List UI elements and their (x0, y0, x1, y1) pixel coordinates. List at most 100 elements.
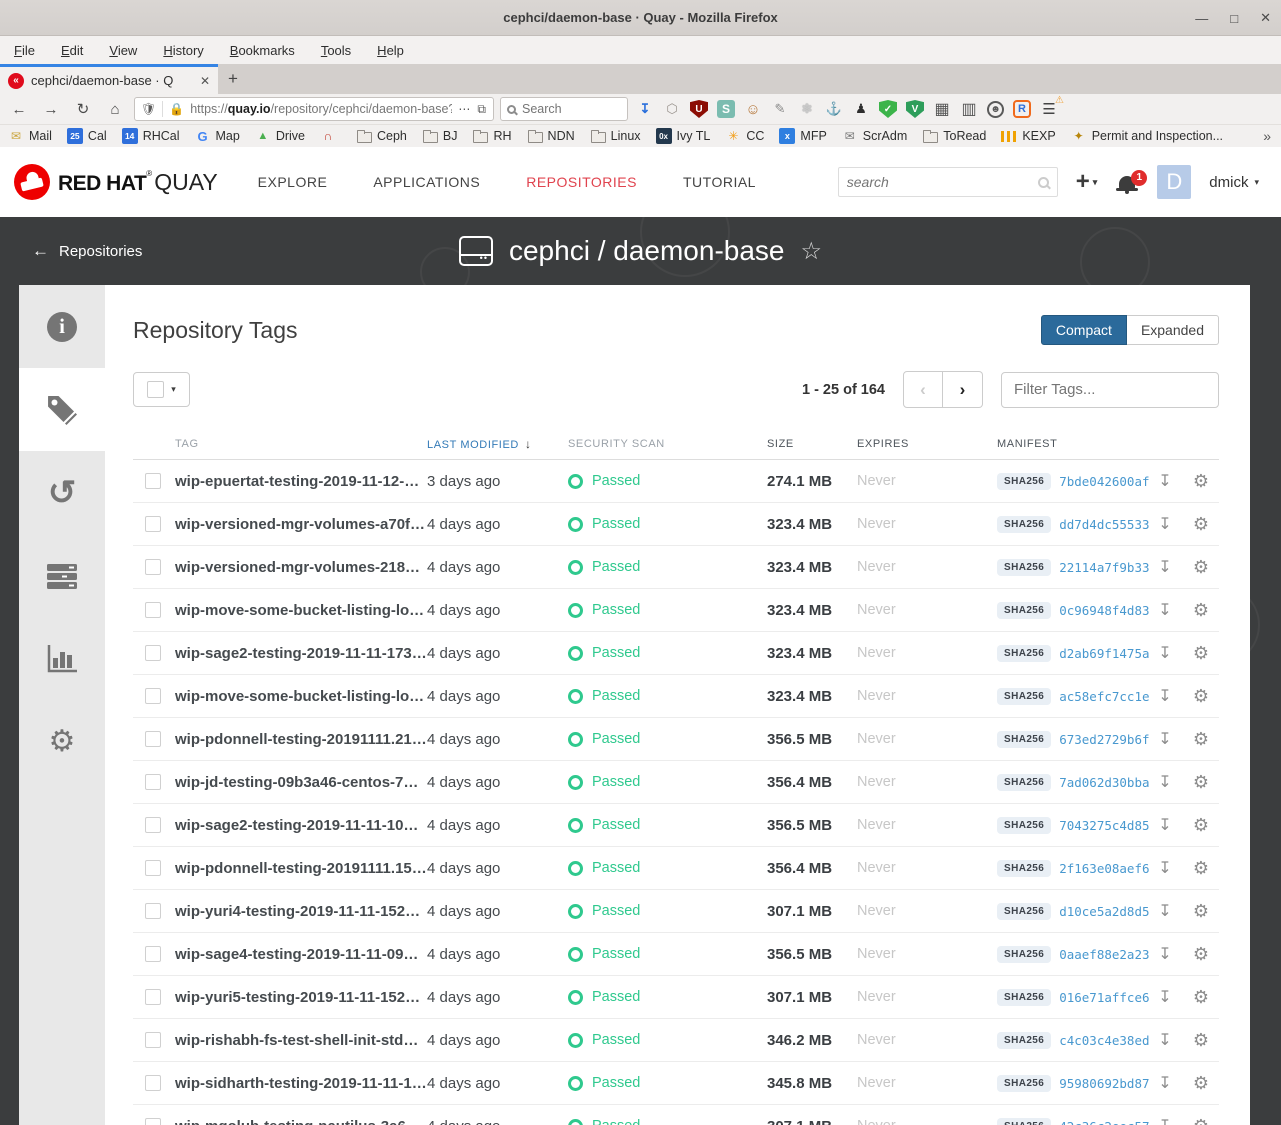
browser-search-input[interactable] (522, 102, 612, 116)
manifest[interactable]: SHA256 95980692bd87 (997, 1074, 1150, 1092)
active-tab[interactable]: « cephci/daemon-base · Q ✕ (0, 64, 218, 94)
row-checkbox[interactable] (145, 731, 161, 747)
menu-item[interactable]: Help (377, 43, 404, 58)
tag-name[interactable]: wip-versioned-mgr-volumes-a70f… (175, 516, 427, 533)
row-checkbox[interactable] (145, 946, 161, 962)
menu-item[interactable]: Edit (61, 43, 83, 58)
bookmark-item[interactable]: 0x Ivy TL (655, 128, 710, 144)
tag-name[interactable]: wip-pdonnell-testing-20191111.21… (175, 731, 427, 748)
row-settings-gear-icon[interactable]: ⚙ (1183, 514, 1219, 535)
download-icon[interactable]: ↧ (1147, 1116, 1183, 1125)
expanded-view-button[interactable]: Expanded (1126, 315, 1219, 345)
download-icon[interactable]: ↧ (1147, 901, 1183, 921)
manifest[interactable]: SHA256 0c96948f4d83 (997, 601, 1150, 619)
security-scan[interactable]: Passed (568, 860, 767, 876)
tag-name[interactable]: wip-yuri4-testing-2019-11-11-152… (175, 903, 427, 920)
menu-item[interactable]: View (109, 43, 137, 58)
row-checkbox[interactable] (145, 903, 161, 919)
row-settings-gear-icon[interactable]: ⚙ (1183, 772, 1219, 793)
tag-name[interactable]: wip-versioned-mgr-volumes-218… (175, 559, 427, 576)
browser-search-box[interactable] (500, 97, 628, 121)
bookmark-item[interactable]: ✦ Permit and Inspection... (1071, 128, 1223, 144)
col-header-size[interactable]: SIZE (767, 438, 857, 450)
bookmark-item[interactable]: Ceph (356, 128, 407, 144)
security-scan[interactable]: Passed (568, 645, 767, 661)
compact-view-button[interactable]: Compact (1040, 315, 1127, 345)
green-shield-v-icon[interactable]: V (906, 100, 924, 118)
manifest[interactable]: SHA256 d10ce5a2d8d5 (997, 902, 1150, 920)
manifest[interactable]: SHA256 7ad062d30bba (997, 773, 1150, 791)
tag-name[interactable]: wip-sidharth-testing-2019-11-11-1… (175, 1075, 427, 1092)
avatar[interactable]: D (1157, 165, 1192, 199)
download-manager-icon[interactable]: ↧ (636, 100, 654, 118)
menu-item[interactable]: Tools (321, 43, 351, 58)
download-icon[interactable]: ↧ (1147, 858, 1183, 878)
row-settings-gear-icon[interactable]: ⚙ (1183, 944, 1219, 965)
lock-icon[interactable]: 🔒 (169, 102, 184, 116)
sidebar-tab-history[interactable]: ↺ (19, 451, 105, 534)
col-header-expires[interactable]: EXPIRES (857, 438, 997, 450)
security-scan[interactable]: Passed (568, 1118, 767, 1125)
download-icon[interactable]: ↧ (1147, 944, 1183, 964)
manifest[interactable]: SHA256 016e71affce6 (997, 988, 1150, 1006)
forward-icon[interactable]: → (38, 101, 64, 118)
row-settings-gear-icon[interactable]: ⚙ (1183, 1073, 1219, 1094)
row-settings-gear-icon[interactable]: ⚙ (1183, 987, 1219, 1008)
bookmark-item[interactable]: ∩ (320, 128, 341, 144)
row-settings-gear-icon[interactable]: ⚙ (1183, 858, 1219, 879)
manifest[interactable]: SHA256 2f163e08aef6 (997, 859, 1150, 877)
tag-name[interactable]: wip-mgolub-testing-nautilus-3a6… (175, 1118, 427, 1125)
tampermonkey-icon[interactable]: ☺ (744, 100, 762, 118)
row-settings-gear-icon[interactable]: ⚙ (1183, 600, 1219, 621)
tag-name[interactable]: wip-yuri5-testing-2019-11-11-152… (175, 989, 427, 1006)
col-header-manifest[interactable]: MANIFEST (997, 438, 1147, 450)
row-checkbox[interactable] (145, 516, 161, 532)
reload-icon[interactable]: ↻ (70, 100, 96, 118)
download-icon[interactable]: ↧ (1147, 815, 1183, 835)
manifest[interactable]: SHA256 42c36c2eec57 (997, 1117, 1150, 1125)
row-settings-gear-icon[interactable]: ⚙ (1183, 815, 1219, 836)
bookmark-item[interactable]: 14 RHCal (121, 128, 180, 144)
sha-hash-link[interactable]: 7043275c4d85 (1059, 818, 1149, 833)
sidebar-tab-usage-logs[interactable] (19, 617, 105, 700)
select-all-dropdown[interactable]: ▾ (133, 372, 190, 407)
security-scan[interactable]: Passed (568, 473, 767, 489)
quay-nav-tab[interactable]: APPLICATIONS (373, 174, 480, 190)
bookmark-item[interactable]: BJ (422, 128, 457, 144)
security-scan[interactable]: Passed (568, 903, 767, 919)
sha-hash-link[interactable]: 42c36c2eec57 (1059, 1119, 1149, 1125)
page-actions-icon[interactable]: ⋯ (458, 102, 471, 116)
back-icon[interactable]: ← (6, 101, 32, 118)
sha-hash-link[interactable]: 22114a7f9b33 (1059, 560, 1149, 575)
row-settings-gear-icon[interactable]: ⚙ (1183, 686, 1219, 707)
download-icon[interactable]: ↧ (1147, 686, 1183, 706)
maximize-button[interactable]: □ (1230, 11, 1238, 26)
bookmark-item[interactable]: ✳ CC (725, 128, 764, 144)
row-settings-gear-icon[interactable]: ⚙ (1183, 643, 1219, 664)
sidebar-tab-builds[interactable] (19, 534, 105, 617)
note-extension-icon[interactable]: ✎ (771, 100, 789, 118)
download-icon[interactable]: ↧ (1147, 600, 1183, 620)
back-to-repositories-link[interactable]: ← Repositories (32, 241, 142, 261)
bookmark-item[interactable]: KEXP (1001, 129, 1056, 143)
row-checkbox[interactable] (145, 1075, 161, 1091)
menu-item[interactable]: Bookmarks (230, 43, 295, 58)
tracking-shield-icon[interactable]: 🛡 (141, 102, 156, 116)
download-icon[interactable]: ↧ (1147, 772, 1183, 792)
notifications-bell-icon[interactable]: 1 (1115, 169, 1148, 194)
quay-nav-tab[interactable]: TUTORIAL (683, 174, 756, 190)
ublock-origin-icon[interactable]: U (690, 100, 708, 118)
tag-name[interactable]: wip-sage2-testing-2019-11-11-173… (175, 645, 427, 662)
download-icon[interactable]: ↧ (1147, 514, 1183, 534)
quay-search-box[interactable] (837, 167, 1058, 197)
row-checkbox[interactable] (145, 645, 161, 661)
security-scan[interactable]: Passed (568, 731, 767, 747)
sha-hash-link[interactable]: dd7d4dc55533 (1059, 517, 1149, 532)
sha-hash-link[interactable]: 673ed2729b6f (1059, 732, 1149, 747)
bookmark-item[interactable]: RH (472, 128, 512, 144)
tab-close-icon[interactable]: ✕ (200, 74, 210, 88)
menu-icon[interactable]: ☰ ⚠ (1037, 95, 1064, 118)
security-scan[interactable]: Passed (568, 1075, 767, 1091)
row-settings-gear-icon[interactable]: ⚙ (1183, 557, 1219, 578)
home-icon[interactable]: ⌂ (102, 101, 128, 118)
